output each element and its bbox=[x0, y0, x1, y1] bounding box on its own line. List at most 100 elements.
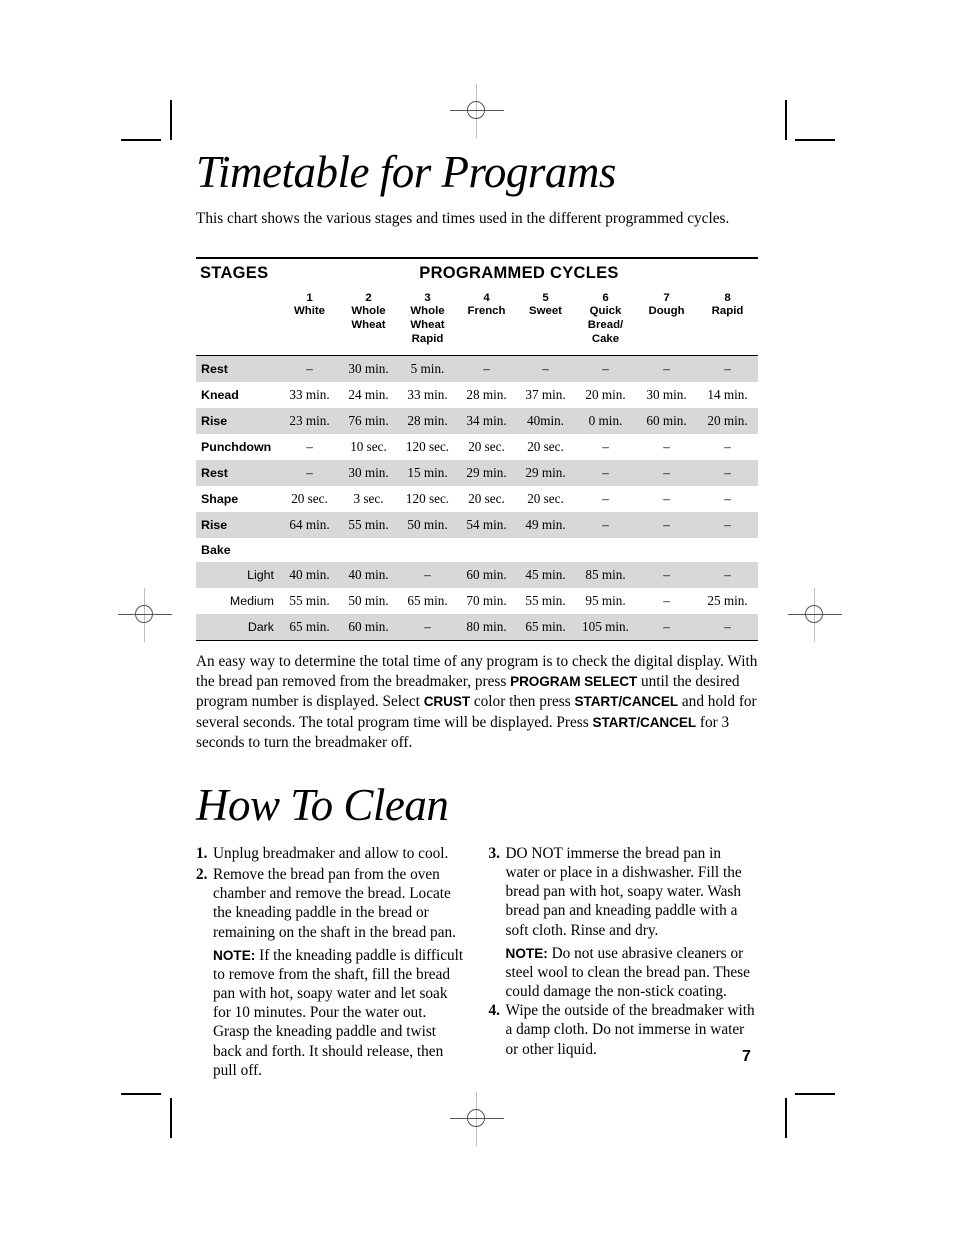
cell-cycle-4: – bbox=[457, 356, 516, 383]
list-item-marker: 2. bbox=[196, 865, 208, 883]
cell-cycle-7: – bbox=[636, 562, 697, 589]
note-text: If the kneading paddle is difficult to r… bbox=[213, 946, 464, 1079]
column-header-8: 8 Rapid bbox=[697, 286, 758, 356]
column-header-3: 3 Whole Wheat Rapid bbox=[398, 286, 457, 356]
list-item-marker: 4. bbox=[488, 1002, 500, 1020]
cell-cycle-5: 65 min. bbox=[516, 614, 575, 641]
column-header-number: 2 bbox=[365, 291, 372, 304]
table-row: Bake bbox=[196, 538, 758, 563]
note-block: NOTE: Do not use abrasive cleaners or st… bbox=[506, 944, 759, 1002]
cell-cycle-7 bbox=[636, 538, 697, 563]
list-item-marker: 3. bbox=[488, 844, 500, 862]
cell-cycle-6: 20 min. bbox=[575, 382, 636, 409]
column-header-number: 3 bbox=[424, 291, 431, 304]
column-header-number: 1 bbox=[306, 291, 313, 304]
list-item: 1. Unplug breadmaker and allow to cool. bbox=[196, 844, 466, 863]
stage-label: Light bbox=[196, 562, 280, 589]
cell-cycle-8: – bbox=[697, 356, 758, 383]
list-item-text: DO NOT immerse the bread pan in water or… bbox=[505, 844, 742, 939]
cell-cycle-5: 29 min. bbox=[516, 460, 575, 487]
cell-cycle-8: – bbox=[697, 486, 758, 513]
cell-cycle-6 bbox=[575, 538, 636, 563]
note-label: NOTE: bbox=[213, 947, 256, 963]
table-row: Shape 20 sec. 3 sec. 120 sec. 20 sec. 20 sec.… bbox=[196, 486, 758, 513]
cell-cycle-2: 10 sec. bbox=[339, 434, 398, 461]
list-item: 2. Remove the bread pan from the oven cha… bbox=[196, 865, 466, 942]
cell-cycle-6: 105 min. bbox=[575, 614, 636, 641]
cell-cycle-2: 30 min. bbox=[339, 356, 398, 383]
cleaning-instructions-columns: 1. Unplug breadmaker and allow to cool. 2.… bbox=[196, 844, 758, 1080]
stage-label: Rise bbox=[196, 512, 280, 539]
crop-mark-top-left-horizontal bbox=[121, 139, 161, 141]
cell-cycle-4: 80 min. bbox=[457, 614, 516, 641]
cell-cycle-6: – bbox=[575, 434, 636, 461]
table-row: Punchdown –10 sec. 120 sec. 20 sec. 20 sec. –… bbox=[196, 434, 758, 461]
column-header-4: 4 French bbox=[457, 286, 516, 356]
command-program-select: PROGRAM SELECT bbox=[510, 674, 638, 690]
column-header-name-line: Wheat bbox=[410, 319, 445, 332]
column-header-number: 7 bbox=[663, 291, 670, 304]
table-row: Rest –30 min. 15 min. 29 min. 29 min. – – – bbox=[196, 460, 758, 487]
cell-cycle-3: 120 sec. bbox=[398, 434, 457, 461]
column-header-2: 2 Whole Wheat bbox=[339, 286, 398, 356]
note-block: NOTE: If the kneading paddle is difficul… bbox=[213, 946, 466, 1080]
table-row: Light 40 min. 40 min. –60 min. 45 min. 85 min… bbox=[196, 562, 758, 589]
registration-mark-top bbox=[450, 84, 504, 138]
cleaning-left-column: 1. Unplug breadmaker and allow to cool. 2.… bbox=[196, 844, 466, 1080]
cell-cycle-6: 0 min. bbox=[575, 408, 636, 435]
column-header-5: 5 Sweet bbox=[516, 286, 575, 356]
cell-cycle-8: – bbox=[697, 562, 758, 589]
instr-text-5: . The total program time will be display… bbox=[291, 713, 593, 731]
cleaning-right-column: 3. DO NOT immerse the bread pan in water … bbox=[489, 844, 759, 1080]
cell-cycle-7: – bbox=[636, 460, 697, 487]
cell-cycle-4: 60 min. bbox=[457, 562, 516, 589]
table-row: Dark 65 min. 60 min. –80 min. 65 min. 105 min… bbox=[196, 614, 758, 641]
cell-cycle-3 bbox=[398, 538, 457, 563]
column-header-name-line: Cake bbox=[591, 333, 620, 346]
cell-cycle-7: – bbox=[636, 512, 697, 539]
column-header-name-line: Bread/ bbox=[587, 319, 624, 332]
cell-cycle-2: 3 sec. bbox=[339, 486, 398, 513]
stage-label: Rise bbox=[196, 408, 280, 435]
list-item-text: Unplug breadmaker and allow to cool. bbox=[213, 844, 449, 862]
crop-mark-bottom-left-horizontal bbox=[121, 1093, 161, 1095]
cell-cycle-2: 30 min. bbox=[339, 460, 398, 487]
stage-label: Punchdown bbox=[196, 434, 280, 461]
stage-label: Shape bbox=[196, 486, 280, 513]
column-header-1: 1 White bbox=[280, 286, 339, 356]
registration-mark-left bbox=[118, 588, 172, 642]
cell-cycle-7: 30 min. bbox=[636, 382, 697, 409]
column-header-spacer bbox=[196, 286, 280, 356]
cell-cycle-6: 95 min. bbox=[575, 588, 636, 615]
table-row: Rest –30 min. 5 min. – – – – – bbox=[196, 356, 758, 383]
cell-cycle-1: 55 min. bbox=[280, 588, 339, 615]
cell-cycle-5: 49 min. bbox=[516, 512, 575, 539]
cell-cycle-5: 45 min. bbox=[516, 562, 575, 589]
cell-cycle-3: 50 min. bbox=[398, 512, 457, 539]
cell-cycle-3: 28 min. bbox=[398, 408, 457, 435]
crop-mark-top-left-vertical bbox=[170, 100, 172, 140]
cell-cycle-6: 85 min. bbox=[575, 562, 636, 589]
table-column-header-row: 1 White 2 Whole Wheat 3 Whole Wheat Rapid 4 French… bbox=[196, 286, 758, 356]
cell-cycle-1: – bbox=[280, 460, 339, 487]
cell-cycle-3: – bbox=[398, 562, 457, 589]
header-programmed-cycles: PROGRAMMED CYCLES bbox=[419, 263, 619, 282]
column-header-name-line: Whole bbox=[351, 305, 386, 318]
list-item-text: Remove the bread pan from the oven chamb… bbox=[213, 865, 456, 941]
cell-cycle-1: 65 min. bbox=[280, 614, 339, 641]
cell-cycle-5: 37 min. bbox=[516, 382, 575, 409]
cell-cycle-5 bbox=[516, 538, 575, 563]
cell-cycle-4: 20 sec. bbox=[457, 434, 516, 461]
crop-mark-bottom-left-vertical bbox=[170, 1098, 172, 1138]
cell-cycle-6: – bbox=[575, 460, 636, 487]
cell-cycle-5: 55 min. bbox=[516, 588, 575, 615]
column-header-name-line: White bbox=[293, 305, 325, 318]
cell-cycle-1: 20 sec. bbox=[280, 486, 339, 513]
cell-cycle-2: 55 min. bbox=[339, 512, 398, 539]
table-row: Rise 23 min. 76 min. 28 min. 34 min. 40min. 0 … bbox=[196, 408, 758, 435]
stage-label: Medium bbox=[196, 588, 280, 615]
cell-cycle-8: 20 min. bbox=[697, 408, 758, 435]
column-header-name-line: Dough bbox=[648, 305, 685, 318]
instr-text-3: color then press bbox=[470, 693, 575, 711]
cell-cycle-1: 23 min. bbox=[280, 408, 339, 435]
